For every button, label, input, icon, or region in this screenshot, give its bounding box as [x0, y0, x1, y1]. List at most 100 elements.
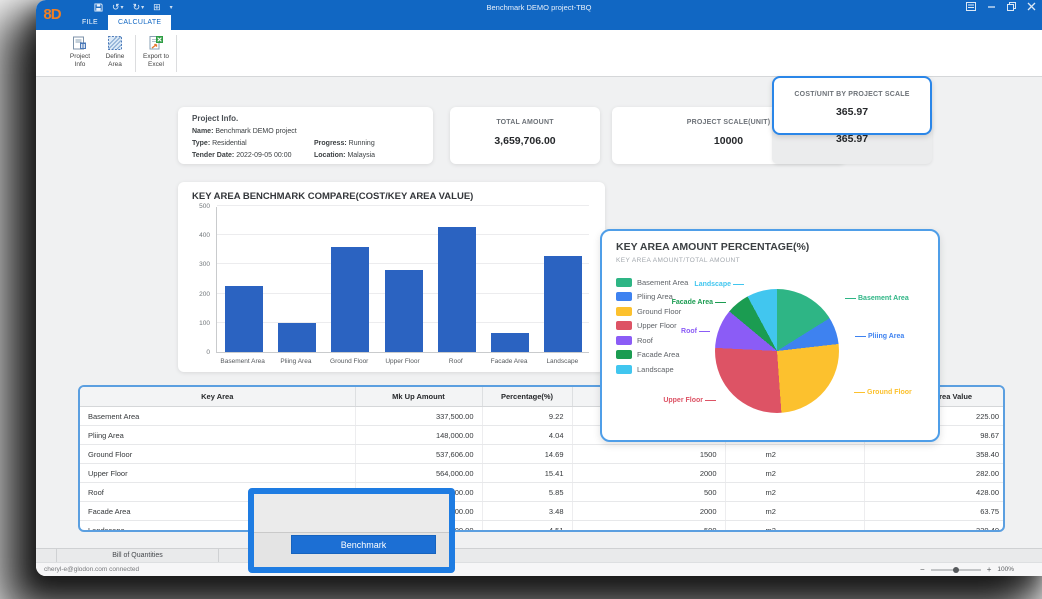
table-cell: Upper Floor: [80, 464, 355, 483]
legend-label: Roof: [637, 336, 653, 345]
gridline: [217, 263, 589, 264]
table-cell: Ground Floor: [80, 445, 355, 464]
legend-swatch: [616, 321, 632, 330]
legend-item: Ground Floor: [616, 304, 688, 319]
table-cell: 2000: [572, 464, 725, 483]
pie-slice-label: Pliing Area: [855, 333, 904, 340]
zoom-slider-handle[interactable]: [953, 567, 959, 573]
project-type-value: Residential: [212, 140, 247, 147]
zoom-slider[interactable]: [931, 569, 981, 571]
ribbon-button-label: Export to Excel: [140, 53, 172, 68]
pie-label-connector: [699, 331, 710, 332]
pie-slice-label: Ground Floor: [854, 389, 912, 396]
table-header-cell[interactable]: Percentage(%): [482, 387, 572, 407]
pie-label-connector: [705, 400, 716, 401]
bar: [438, 227, 476, 352]
pie-label-text: Upper Floor: [663, 397, 703, 404]
legend-label: Basement Area: [637, 278, 688, 287]
table-row[interactable]: Ground Floor537,606.0014.691500m2358.40: [80, 445, 1005, 464]
bar-chart-title: KEY AREA BENCHMARK COMPARE(COST/KEY AREA…: [192, 191, 473, 202]
x-axis-label: Basement Area: [216, 358, 269, 365]
table-cell: 1500: [572, 445, 725, 464]
window-layout-icon[interactable]: [966, 2, 976, 11]
y-axis-tick: 400: [178, 232, 210, 239]
bar: [491, 333, 529, 352]
titlebar: 8D ↺▾ ↻▾ ⊞ ▾ Benchmark DEMO project-TBQ: [36, 0, 1042, 30]
pie-slice-label: Roof: [681, 328, 710, 335]
pie-label-connector: [845, 298, 856, 299]
gridline: [217, 205, 589, 206]
pie-label-connector: [854, 392, 865, 393]
export-to-excel-icon: [140, 34, 172, 52]
tab-bill-of-quantities[interactable]: Bill of Quantities: [56, 549, 219, 562]
total-amount-card: TOTAL AMOUNT 3,659,706.00: [450, 107, 600, 164]
x-axis-label: Landscape: [536, 358, 589, 365]
zoom-in-button[interactable]: +: [987, 563, 992, 576]
table-cell: 4.51: [482, 521, 572, 533]
table-cell: 337,500.00: [355, 407, 482, 426]
table-cell: 4.04: [482, 426, 572, 445]
project-type-label: Type:: [192, 140, 210, 147]
define-area-button[interactable]: Define Area: [99, 33, 131, 74]
legend-swatch: [616, 278, 632, 287]
legend-item: Landscape: [616, 362, 688, 377]
x-axis-label: Roof: [429, 358, 482, 365]
y-axis-tick: 300: [178, 261, 210, 268]
table-cell: m2: [725, 445, 864, 464]
project-info-button[interactable]: Project Info: [64, 33, 96, 74]
pie-legend: Basement AreaPliing AreaGround FloorUppe…: [616, 275, 688, 377]
table-row[interactable]: Roof214,000.005.85500m2428.00: [80, 483, 1005, 502]
legend-item: Facade Area: [616, 348, 688, 363]
bar: [385, 270, 423, 352]
table-row[interactable]: Upper Floor564,000.0015.412000m2282.00: [80, 464, 1005, 483]
legend-swatch: [616, 336, 632, 345]
legend-label: Facade Area: [637, 350, 680, 359]
zoom-out-button[interactable]: −: [920, 563, 925, 576]
legend-swatch: [616, 365, 632, 374]
bar: [278, 323, 316, 352]
table-cell: Basement Area: [80, 407, 355, 426]
pie-label-connector: [855, 336, 866, 337]
pie-chart-subtitle: KEY AREA AMOUNT/TOTAL AMOUNT: [616, 257, 740, 264]
total-amount-label: TOTAL AMOUNT: [450, 119, 600, 126]
pie-label-text: Facade Area: [672, 299, 713, 306]
restore-button[interactable]: [1007, 2, 1016, 11]
zoom-percentage: 100%: [997, 563, 1014, 576]
table-cell: 63.75: [864, 502, 1005, 521]
ribbon-button-label: Define Area: [99, 53, 131, 68]
pie-label-text: Basement Area: [858, 295, 909, 302]
project-name-value: Benchmark DEMO project: [215, 128, 296, 135]
table-row[interactable]: Landscape165,200.004.51500m2330.40: [80, 521, 1005, 533]
benchmark-highlight-box: Benchmark: [248, 488, 455, 573]
table-cell: 330.40: [864, 521, 1005, 533]
x-axis-label: Facade Area: [482, 358, 535, 365]
project-progress-label: Progress:: [314, 140, 347, 147]
minimize-button[interactable]: [987, 2, 996, 11]
bar-plot: [216, 207, 589, 353]
table-cell: 537,606.00: [355, 445, 482, 464]
pie-label-connector: [715, 302, 726, 303]
legend-swatch: [616, 307, 632, 316]
y-axis-tick: 100: [178, 320, 210, 327]
close-button[interactable]: [1027, 2, 1036, 11]
table-header-cell[interactable]: Mk Up Amount: [355, 387, 482, 407]
pie-label-text: Ground Floor: [867, 389, 912, 396]
cost-unit-callout-label: COST/UNIT BY PROJECT SCALE: [774, 91, 930, 98]
benchmark-button[interactable]: Benchmark: [291, 535, 436, 554]
table-header-cell[interactable]: Key Area: [80, 387, 355, 407]
pie-label-text: Landscape: [694, 281, 731, 288]
y-axis-tick: 200: [178, 291, 210, 298]
tender-date-value: 2022-09-05 00:00: [236, 152, 291, 159]
cost-unit-callout[interactable]: COST/UNIT BY PROJECT SCALE 365.97: [772, 76, 932, 135]
pie-chart: [715, 289, 839, 413]
project-progress-value: Running: [349, 140, 375, 147]
tender-date-label: Tender Date:: [192, 152, 234, 159]
pie-label-connector: [733, 284, 744, 285]
legend-item: Basement Area: [616, 275, 688, 290]
bar: [331, 247, 369, 352]
tab-calculate[interactable]: CALCULATE: [108, 15, 171, 30]
tab-file[interactable]: FILE: [72, 15, 108, 30]
table-cell: 14.69: [482, 445, 572, 464]
export-to-excel-button[interactable]: Export to Excel: [140, 33, 172, 74]
table-row[interactable]: Facade Area127,500.003.482000m263.75: [80, 502, 1005, 521]
